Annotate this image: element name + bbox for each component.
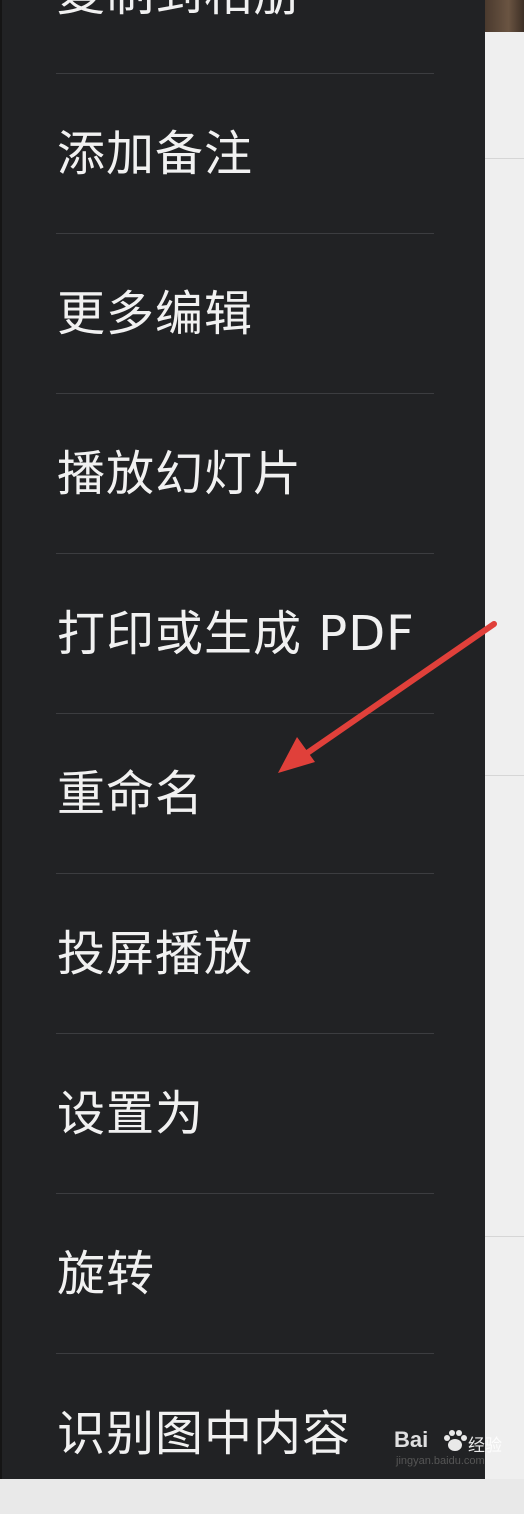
- watermark-suffix-text: 经验: [468, 1436, 502, 1456]
- watermark-url: jingyan.baidu.com: [396, 1455, 485, 1467]
- menu-item-label: 投屏播放: [57, 926, 254, 982]
- background-divider: [485, 158, 524, 159]
- menu-item-label: 更多编辑: [57, 286, 254, 342]
- menu-item-slideshow[interactable]: 播放幻灯片: [2, 394, 487, 554]
- baidu-jingyan-watermark: Bai 经验 jingyan.baidu.com: [394, 1425, 514, 1471]
- menu-item-set-as[interactable]: 设置为: [2, 1034, 487, 1194]
- menu-item-label: 复制到相册: [57, 0, 302, 24]
- background-divider: [485, 775, 524, 776]
- menu-item-rename[interactable]: 重命名: [2, 714, 487, 874]
- background-content-panel: [485, 32, 524, 1479]
- menu-item-label: 旋转: [57, 1246, 156, 1302]
- menu-item-copy-to-album[interactable]: 复制到相册: [2, 0, 487, 74]
- menu-item-label: 打印或生成 PDF: [57, 606, 415, 662]
- menu-item-cast[interactable]: 投屏播放: [2, 874, 487, 1034]
- menu-item-label: 识别图中内容: [57, 1406, 352, 1462]
- background-photo-thumbnail: [485, 0, 524, 32]
- menu-item-label: 添加备注: [57, 126, 254, 182]
- paw-icon: [444, 1430, 467, 1451]
- menu-item-label: 设置为: [57, 1086, 205, 1142]
- background-divider: [485, 1236, 524, 1237]
- watermark-logo-text: Bai: [394, 1427, 429, 1452]
- menu-item-label: 重命名: [57, 766, 205, 822]
- menu-item-print-pdf[interactable]: 打印或生成 PDF: [2, 554, 487, 714]
- menu-item-more-edit[interactable]: 更多编辑: [2, 234, 487, 394]
- context-menu: 复制到相册 添加备注 更多编辑 播放幻灯片 打印或生成 PDF 重命名 投屏播放…: [0, 0, 485, 1479]
- menu-item-label: 播放幻灯片: [57, 446, 303, 502]
- menu-item-rotate[interactable]: 旋转: [2, 1194, 487, 1354]
- menu-item-add-note[interactable]: 添加备注: [2, 74, 487, 234]
